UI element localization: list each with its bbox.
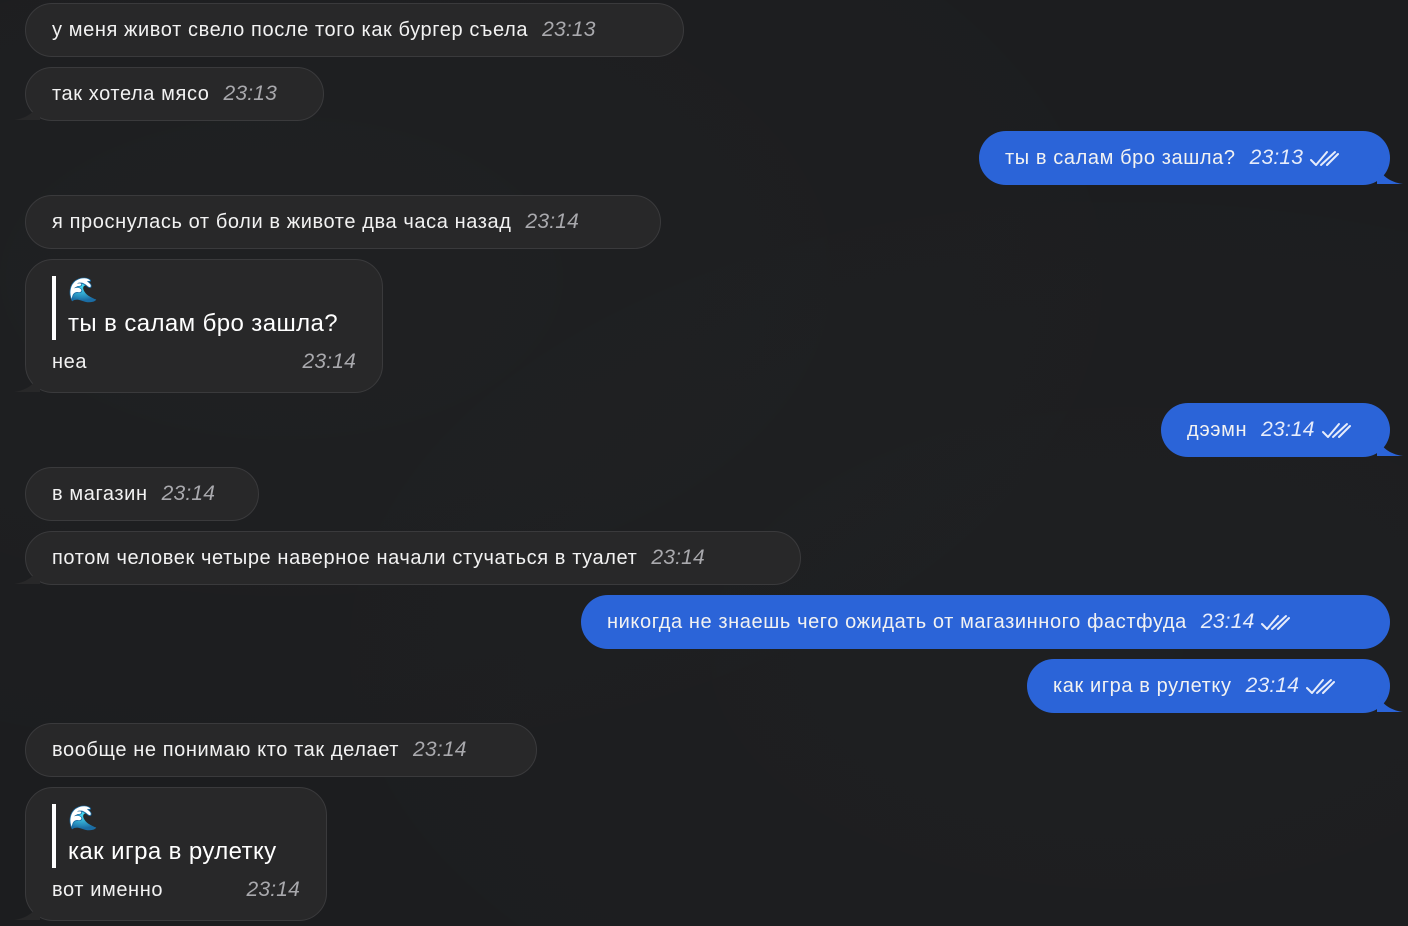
message-time: 23:13: [223, 82, 278, 105]
message-incoming[interactable]: у меня живот свело после того как бургер…: [25, 3, 684, 57]
message-time: 23:14: [302, 350, 356, 373]
message-incoming[interactable]: так хотела мясо 23:13: [14, 67, 324, 121]
bubble-tail: [14, 101, 40, 120]
message-text: ты в салам бро зашла?: [1005, 146, 1236, 169]
message-outgoing[interactable]: как игра в рулетку 23:14: [1027, 659, 1403, 713]
reply-quote[interactable]: 🌊 как игра в рулетку: [52, 804, 300, 868]
double-check-icon: [1309, 150, 1340, 168]
message-time: 23:14: [525, 210, 580, 233]
message-incoming-reply[interactable]: 🌊 как игра в рулетку вот именно 23:14: [14, 787, 327, 921]
double-check-icon: [1260, 614, 1291, 632]
message-text: вот именно: [52, 879, 164, 901]
bubble-tail: [14, 373, 40, 392]
double-check-icon: [1305, 678, 1336, 696]
message-text: вообще не понимаю кто так делает: [52, 738, 400, 761]
message-time: 23:14: [246, 878, 300, 901]
message-time: 23:14: [1245, 674, 1300, 697]
message-outgoing[interactable]: никогда не знаешь чего ожидать от магази…: [581, 595, 1390, 649]
quoted-text: ты в салам бро зашла?: [68, 310, 339, 337]
message-incoming[interactable]: в магазин 23:14: [25, 467, 259, 521]
bubble-tail: [1377, 165, 1403, 184]
message-outgoing[interactable]: дээмн 23:14: [1161, 403, 1403, 457]
message-incoming[interactable]: потом человек четыре наверное начали сту…: [14, 531, 801, 585]
message-time: 23:14: [651, 546, 705, 569]
bubble-tail: [14, 901, 40, 920]
double-check-icon: [1321, 422, 1351, 440]
bubble-tail: [1377, 437, 1403, 456]
message-text: у меня живот свело после того как бургер…: [52, 18, 529, 41]
message-text: как игра в рулетку: [1053, 674, 1232, 697]
message-time: 23:13: [542, 18, 596, 41]
message-time: 23:14: [1200, 610, 1255, 633]
message-time: 23:14: [413, 738, 467, 761]
message-text: так хотела мясо: [52, 82, 210, 105]
bubble-tail: [14, 565, 40, 584]
quoted-text: как игра в рулетку: [68, 838, 277, 865]
message-incoming-reply[interactable]: 🌊 ты в салам бро зашла? неа 23:14: [14, 259, 383, 393]
wave-emoji: 🌊: [68, 277, 99, 304]
message-outgoing[interactable]: ты в салам бро зашла? 23:13: [979, 131, 1403, 185]
message-time: 23:13: [1249, 146, 1304, 169]
message-time: 23:14: [1261, 418, 1315, 441]
message-time: 23:14: [161, 482, 216, 505]
message-incoming[interactable]: вообще не понимаю кто так делает 23:14: [25, 723, 537, 777]
bubble-tail: [1377, 693, 1403, 712]
message-incoming[interactable]: я проснулась от боли в животе два часа н…: [25, 195, 661, 249]
message-text: никогда не знаешь чего ожидать от магази…: [607, 610, 1187, 633]
message-text: дээмн: [1187, 418, 1248, 441]
message-text: в магазин: [52, 482, 148, 505]
message-text: неа: [52, 351, 88, 373]
reply-quote[interactable]: 🌊 ты в салам бро зашла?: [52, 276, 356, 340]
message-text: я проснулась от боли в животе два часа н…: [52, 210, 512, 233]
message-text: потом человек четыре наверное начали сту…: [52, 546, 638, 569]
wave-emoji: 🌊: [68, 805, 99, 832]
